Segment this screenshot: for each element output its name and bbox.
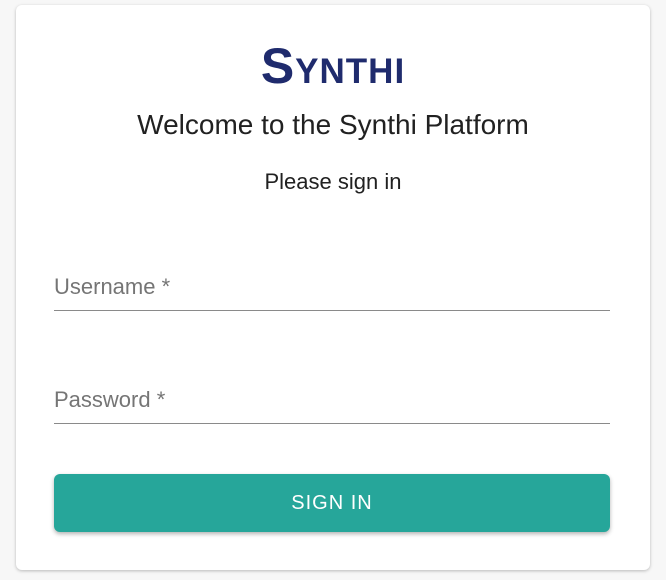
login-card: Synthi Welcome to the Synthi Platform Pl… (16, 5, 650, 570)
username-input[interactable] (54, 270, 610, 310)
password-input[interactable] (54, 383, 610, 423)
page-subtitle: Please sign in (264, 169, 402, 194)
username-field[interactable]: Username * (54, 270, 610, 311)
synthi-logo: Synthi (260, 38, 406, 94)
password-field[interactable]: Password * (54, 383, 610, 424)
sign-in-button[interactable]: SIGN IN (54, 474, 610, 532)
page-title: Welcome to the Synthi Platform (137, 109, 529, 140)
